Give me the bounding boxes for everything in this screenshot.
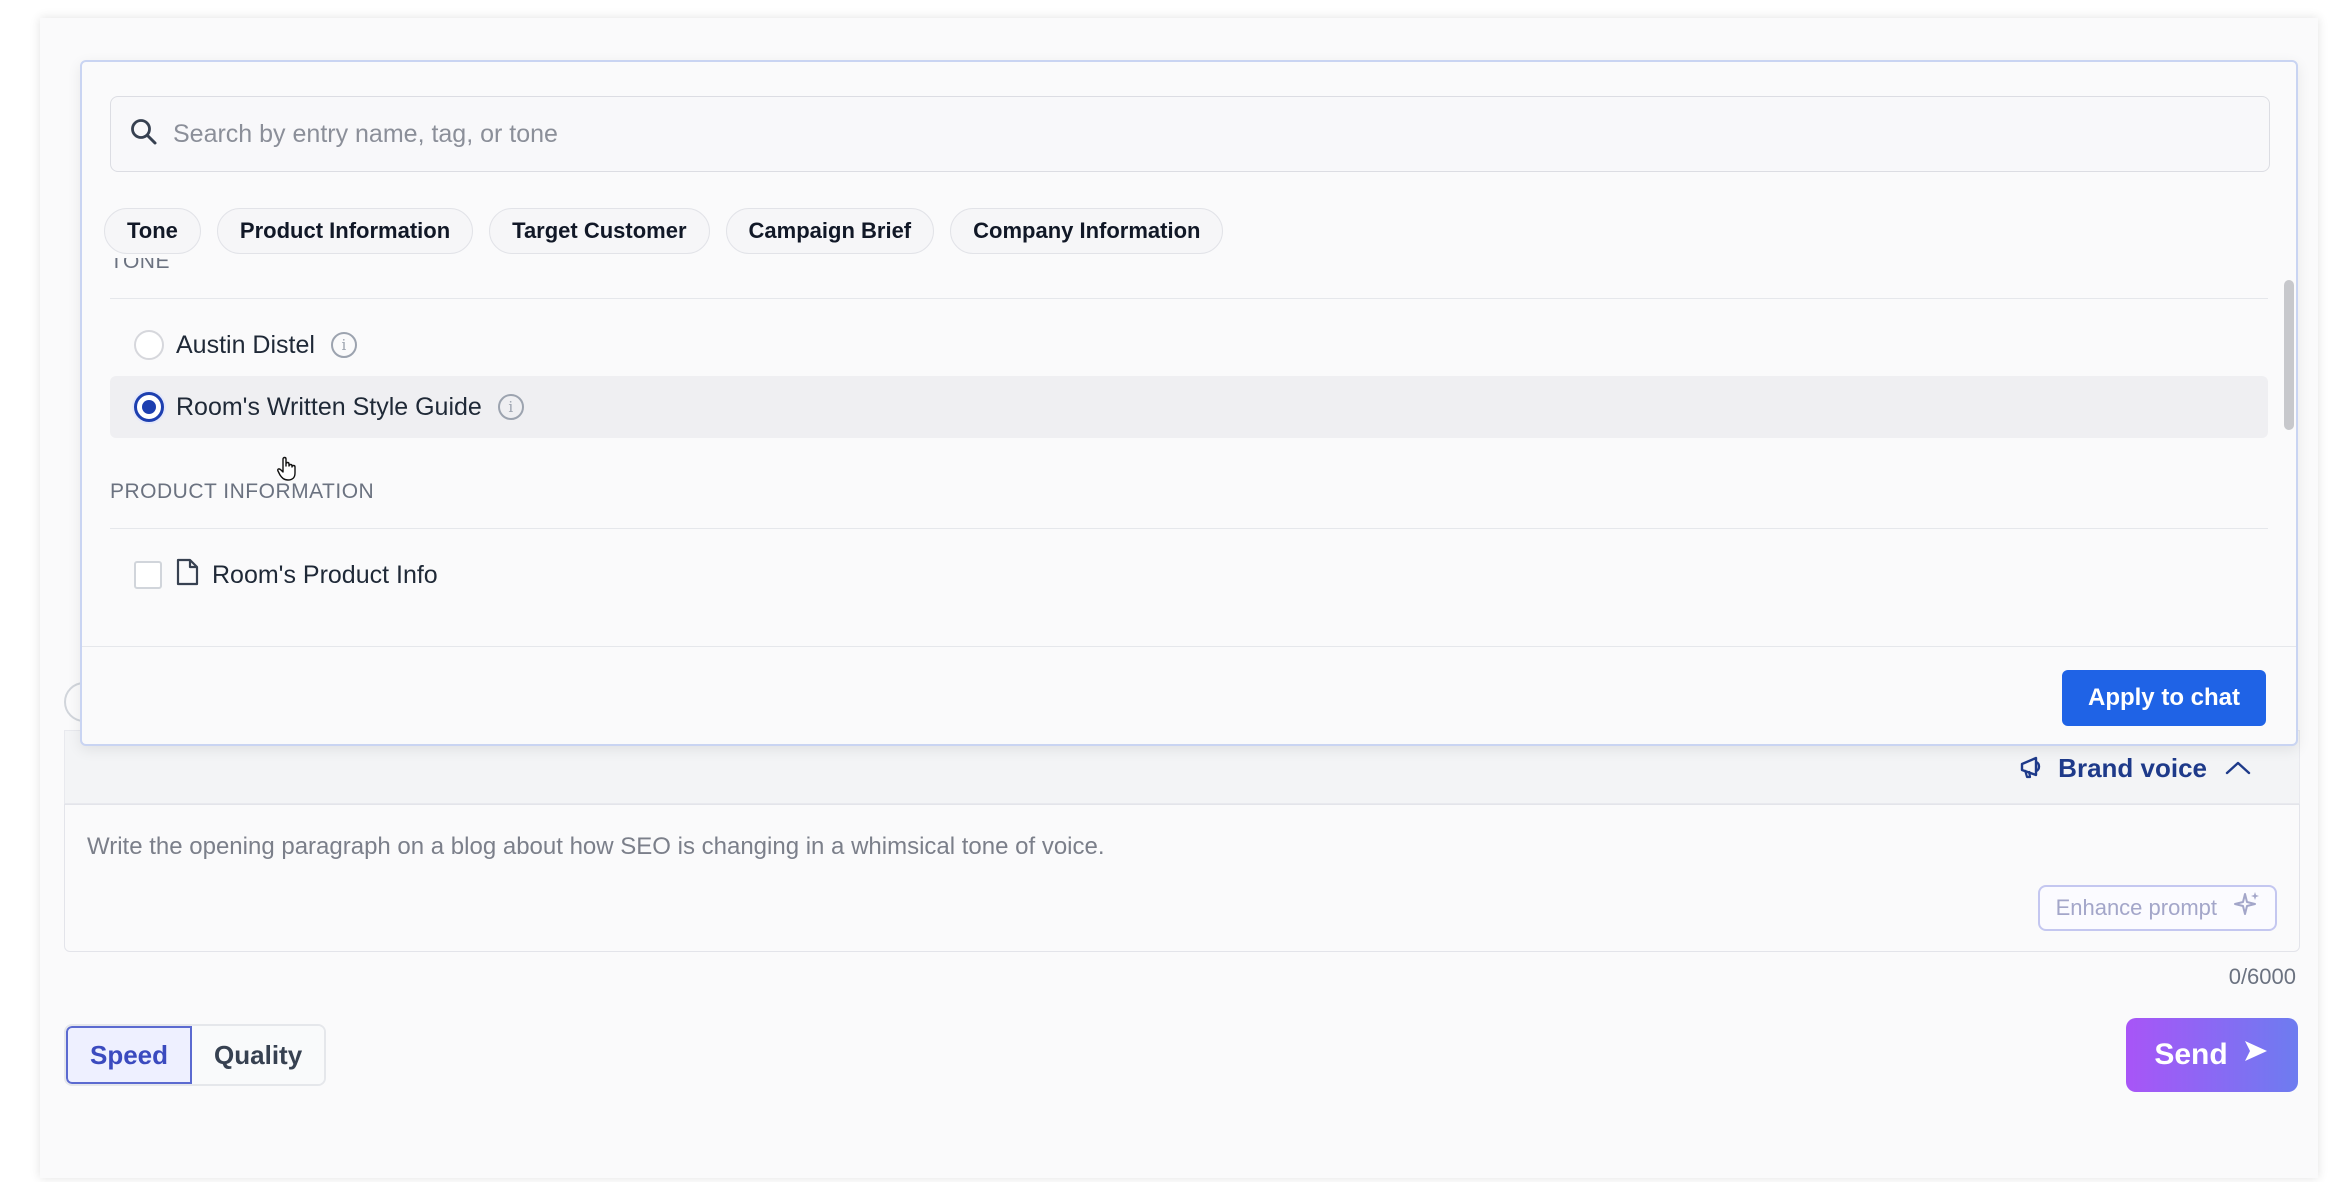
search-input[interactable] [173, 119, 2173, 149]
radio-button[interactable] [134, 330, 164, 360]
send-arrow-icon [2242, 1038, 2270, 1072]
send-label: Send [2154, 1038, 2228, 1071]
hand-cursor-icon [276, 456, 298, 482]
chip-campaign-brief[interactable]: Campaign Brief [725, 208, 935, 254]
checkbox[interactable] [134, 561, 162, 589]
chip-tone[interactable]: Tone [104, 208, 201, 254]
send-button[interactable]: Send [2126, 1018, 2298, 1092]
list-item-austin-distel[interactable]: Austin Distel i [110, 314, 2268, 376]
chip-target-customer[interactable]: Target Customer [489, 208, 710, 254]
apply-to-chat-button[interactable]: Apply to chat [2062, 670, 2266, 726]
entry-label: Room's Written Style Guide [176, 392, 482, 421]
enhance-prompt-label: Enhance prompt [2055, 895, 2217, 920]
mode-toggle: Speed Quality [64, 1024, 327, 1086]
chevron-up-icon [2223, 758, 2253, 778]
prompt-input-area[interactable]: Write the opening paragraph on a blog ab… [64, 804, 2300, 952]
sparkles-icon [2231, 890, 2261, 926]
info-icon[interactable]: i [497, 394, 524, 420]
list-item-rooms-product-info[interactable]: Room's Product Info [110, 544, 2268, 606]
section-title-tone: TONE [110, 258, 170, 273]
mode-speed-button[interactable]: Speed [66, 1026, 193, 1084]
entries-list[interactable]: TONE Austin Distel i Room's Written Styl… [82, 258, 2282, 706]
list-item-rooms-written-style-guide[interactable]: Room's Written Style Guide i [110, 376, 2268, 438]
search-field[interactable] [110, 96, 2270, 172]
enhance-prompt-button[interactable]: Enhance prompt [2037, 885, 2277, 931]
brand-voice-label: Brand voice [2058, 752, 2207, 783]
chip-product-information[interactable]: Product Information [216, 208, 474, 254]
search-icon [129, 117, 159, 152]
document-icon [174, 558, 200, 593]
scrollbar[interactable] [2284, 280, 2294, 430]
megaphone-icon [2018, 755, 2048, 781]
brand-voice-popover: Tone Product Information Target Customer… [80, 60, 2298, 746]
info-icon[interactable]: i [330, 332, 357, 358]
prompt-placeholder: Write the opening paragraph on a blog ab… [87, 833, 1105, 860]
chip-company-information[interactable]: Company Information [950, 208, 1224, 254]
section-divider [110, 528, 2268, 529]
radio-button-selected[interactable] [134, 392, 164, 422]
footer-divider [82, 646, 2296, 647]
entry-label: Austin Distel [176, 330, 315, 359]
section-title-product-information: PRODUCT INFORMATION [110, 480, 375, 503]
category-chips: Tone Product Information Target Customer… [104, 208, 1224, 254]
entry-label: Room's Product Info [212, 560, 438, 589]
section-divider [110, 298, 2268, 299]
character-count: 0/6000 [2228, 964, 2296, 989]
mode-quality-button[interactable]: Quality [192, 1026, 325, 1084]
